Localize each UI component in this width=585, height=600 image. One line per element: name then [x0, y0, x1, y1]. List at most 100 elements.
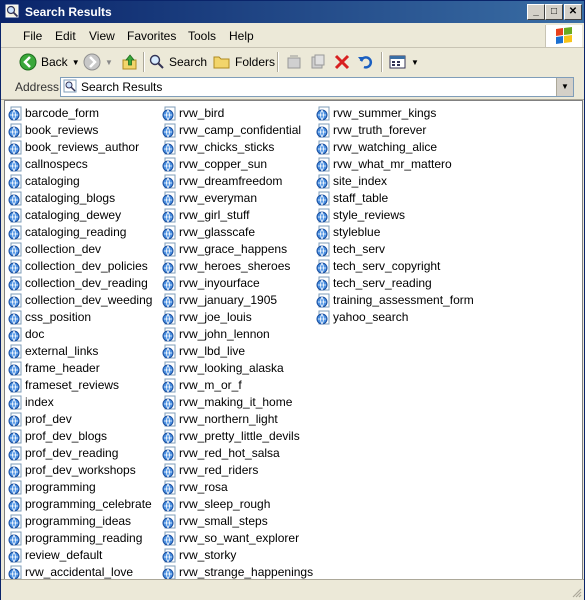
standard-toolbar: Back ▼ ▼ Search Folders ▼ — [1, 48, 584, 76]
html-file-icon — [162, 463, 176, 478]
up-folder-icon — [122, 54, 137, 70]
html-file-icon — [8, 412, 22, 427]
file-name: rvw_making_it_home — [179, 395, 293, 409]
html-file-icon — [316, 157, 330, 172]
file-name: styleblue — [333, 225, 381, 239]
html-file-icon — [162, 429, 176, 444]
html-file-icon — [162, 378, 176, 393]
html-file-icon — [162, 123, 176, 138]
html-file-icon — [8, 565, 22, 580]
resize-grip-icon[interactable] — [570, 586, 582, 598]
html-file-icon — [162, 565, 176, 580]
copy-to-button[interactable] — [309, 52, 327, 72]
html-file-icon — [316, 191, 330, 206]
delete-x-icon — [334, 54, 350, 70]
html-file-icon — [162, 361, 176, 376]
forward-dropdown-icon[interactable]: ▼ — [105, 58, 113, 67]
html-file-icon — [162, 412, 176, 427]
html-file-icon — [316, 242, 330, 257]
address-dropdown-icon[interactable]: ▼ — [556, 78, 573, 96]
menu-help[interactable]: Help — [229, 29, 254, 43]
close-button[interactable]: ✕ — [564, 4, 582, 20]
file-name: programming_ideas — [25, 514, 132, 528]
html-file-icon — [8, 191, 22, 206]
file-name: collection_dev — [25, 242, 102, 256]
file-name: rvw_what_mr_mattero — [333, 157, 452, 171]
file-name: rvw_dreamfreedom — [179, 174, 283, 188]
menu-edit[interactable]: Edit — [55, 29, 76, 43]
html-file-icon — [316, 106, 330, 121]
html-file-icon — [8, 463, 22, 478]
file-list-view[interactable]: barcode_form book_reviews book_reviews_aut… — [4, 100, 583, 580]
menu-tools[interactable]: Tools — [188, 29, 216, 43]
file-name: yahoo_search — [333, 310, 409, 324]
back-button[interactable]: Back ▼ — [19, 52, 80, 72]
file-name: tech_serv — [333, 242, 386, 256]
menu-favorites[interactable]: Favorites — [127, 29, 176, 43]
up-button[interactable] — [121, 52, 139, 72]
file-name: doc — [25, 327, 45, 341]
html-file-icon — [316, 293, 330, 308]
delete-button[interactable] — [333, 52, 351, 72]
file-name: rvw_camp_confidential — [179, 123, 302, 137]
file-name: tech_serv_reading — [333, 276, 432, 290]
html-file-icon — [316, 123, 330, 138]
html-file-icon — [8, 429, 22, 444]
html-file-icon — [316, 276, 330, 291]
file-name: rvw_lbd_live — [179, 344, 246, 358]
html-file-icon — [8, 242, 22, 257]
copy-to-icon — [311, 54, 325, 69]
file-name: rvw_looking_alaska — [179, 361, 284, 375]
file-name: rvw_so_want_explorer — [179, 531, 300, 545]
file-name: rvw_grace_happens — [179, 242, 288, 256]
address-field[interactable]: Search Results ▼ — [60, 77, 574, 97]
file-name: rvw_red_riders — [179, 463, 259, 477]
html-file-icon — [162, 446, 176, 461]
file-name: review_default — [25, 548, 103, 562]
title-bar[interactable]: Search Results _ □ ✕ — [1, 1, 584, 23]
minimize-button[interactable]: _ — [527, 4, 545, 20]
file-name: rvw_storky — [179, 548, 237, 562]
file-name: css_position — [25, 310, 92, 324]
file-name: rvw_rosa — [179, 480, 228, 494]
search-button[interactable]: Search — [149, 52, 207, 72]
menu-view[interactable]: View — [89, 29, 115, 43]
file-name: rvw_glasscafe — [179, 225, 256, 239]
html-file-icon — [8, 531, 22, 546]
file-name: rvw_everyman — [179, 191, 258, 205]
file-name: programming_reading — [25, 531, 143, 545]
html-file-icon — [8, 344, 22, 359]
file-name: staff_table — [333, 191, 389, 205]
forward-button[interactable]: ▼ — [83, 52, 113, 72]
file-name: cataloging_blogs — [25, 191, 116, 205]
html-file-icon — [8, 361, 22, 376]
file-name: rvw_truth_forever — [333, 123, 427, 137]
file-name: rvw_chicks_sticks — [179, 140, 275, 154]
html-file-icon — [316, 225, 330, 240]
back-arrow-icon — [19, 53, 37, 71]
move-to-button[interactable] — [285, 52, 303, 72]
file-name: programming_celebrate — [25, 497, 152, 511]
html-file-icon — [162, 191, 176, 206]
search-label: Search — [169, 55, 208, 69]
html-file-icon — [162, 480, 176, 495]
file-name: cataloging_dewey — [25, 208, 122, 222]
file-name: frameset_reviews — [25, 378, 120, 392]
views-dropdown-icon[interactable]: ▼ — [411, 58, 419, 67]
menu-file[interactable]: File — [23, 29, 42, 43]
windows-flag-icon — [556, 27, 572, 44]
file-name: site_index — [333, 174, 388, 188]
file-name: external_links — [25, 344, 99, 358]
html-file-icon — [8, 395, 22, 410]
file-name: rvw_strange_happenings — [179, 565, 314, 579]
file-name: prof_dev_blogs — [25, 429, 108, 443]
html-file-icon — [8, 276, 22, 291]
back-dropdown-icon[interactable]: ▼ — [72, 58, 80, 67]
html-file-icon — [8, 446, 22, 461]
maximize-button[interactable]: □ — [545, 4, 563, 20]
folders-button[interactable]: Folders — [213, 52, 275, 72]
views-button[interactable]: ▼ — [389, 52, 419, 72]
undo-button[interactable] — [356, 52, 374, 72]
file-name: tech_serv_copyright — [333, 259, 441, 273]
file-name: book_reviews — [25, 123, 99, 137]
